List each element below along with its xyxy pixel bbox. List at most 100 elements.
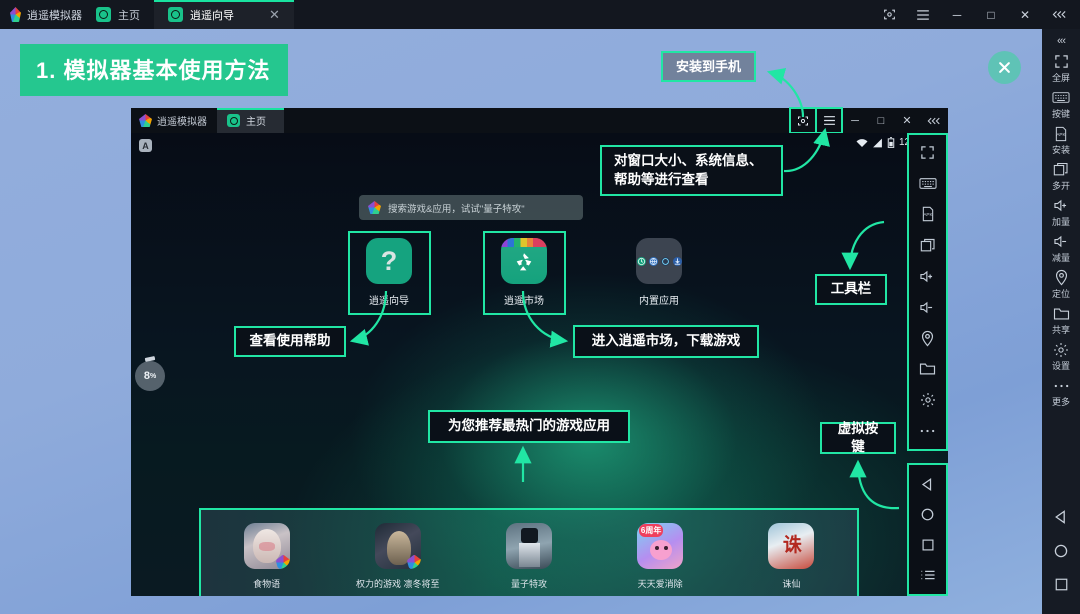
download-progress-badge[interactable]: 8%	[135, 361, 165, 391]
sidebar-item-location[interactable]: 定位	[1042, 266, 1080, 302]
market-icon	[501, 238, 547, 284]
game-name: 诛仙	[782, 578, 801, 589]
emulator-brand-label: 逍遥模拟器	[157, 117, 207, 128]
sidebar-item-volume-up[interactable]: 加量	[1042, 194, 1080, 230]
game-icon	[505, 522, 552, 569]
search-input[interactable]: 搜索游戏&应用，试试"量子特攻"	[359, 195, 583, 220]
callout-window-info-line2: 帮助等进行查看	[614, 171, 709, 187]
wifi-icon	[856, 138, 868, 147]
sidebar-collapse-button[interactable]: ‹‹‹	[1057, 31, 1066, 50]
game-item[interactable]: 诛 诛仙	[733, 522, 849, 590]
volume-down-icon	[1053, 233, 1070, 250]
callout-enter-market: 进入逍遥市场，下载游戏	[573, 325, 759, 358]
collapse-sidebar-button[interactable]	[1042, 0, 1076, 29]
battery-icon	[887, 137, 895, 148]
close-button[interactable]: ✕	[1008, 0, 1042, 29]
emulator-toolbar: APK	[907, 133, 948, 451]
emulator-tab-home-label: 主页	[246, 117, 266, 128]
minimize-button[interactable]: ─	[940, 0, 974, 29]
close-lesson-button[interactable]	[988, 51, 1021, 84]
close-button[interactable]: ✕	[894, 108, 920, 133]
outer-tab-home-label: 主页	[118, 9, 140, 22]
close-icon[interactable]: ✕	[269, 8, 280, 21]
sidebar-label: 更多	[1051, 397, 1070, 407]
callout-recommended-games: 为您推荐最热门的游戏应用	[428, 410, 630, 443]
minimize-button[interactable]: ─	[842, 108, 868, 133]
sidebar-item-multi[interactable]: 多开	[1042, 158, 1080, 194]
fullscreen-icon[interactable]	[913, 141, 943, 163]
back-triangle-icon[interactable]	[913, 473, 943, 495]
outer-tab-guide[interactable]: 逍遥向导 ✕	[154, 0, 294, 29]
scan-to-phone-icon[interactable]	[872, 0, 906, 29]
game-item[interactable]: 权力的游戏 凛冬将至	[340, 522, 456, 590]
mini-icon-3	[660, 256, 670, 266]
volume-up-icon[interactable]	[913, 265, 943, 287]
callout-install-to-phone: 安装到手机	[661, 51, 756, 82]
help-question-icon: ?	[366, 238, 412, 284]
sidebar-back-button[interactable]	[1042, 502, 1080, 536]
app-dot-icon	[96, 7, 111, 22]
hamburger-menu-icon[interactable]	[906, 0, 940, 29]
sidebar-item-settings[interactable]: 设置	[1042, 338, 1080, 374]
maximize-button[interactable]: □	[974, 0, 1008, 29]
game-name: 天天爱消除	[637, 578, 683, 589]
location-icon[interactable]	[913, 327, 943, 349]
android-screen: A 12:28 8% 搜索游戏&应用，试试"量子特攻"	[131, 133, 948, 596]
mini-icon-4	[672, 256, 682, 266]
recents-square-icon[interactable]	[913, 534, 943, 556]
home-circle-icon[interactable]	[913, 503, 943, 525]
outer-tab-home[interactable]: 主页	[82, 0, 154, 29]
sidebar-home-button[interactable]	[1042, 536, 1080, 570]
sidebar-item-keys[interactable]: 按键	[1042, 86, 1080, 122]
app-icon-guide[interactable]: ? 逍遥向导	[349, 238, 429, 307]
sidebar-label: 多开	[1051, 181, 1070, 191]
volume-up-icon	[1053, 197, 1070, 214]
more-dots-icon[interactable]	[913, 420, 943, 442]
sidebar-item-more[interactable]: 更多	[1042, 374, 1080, 410]
app-icon-guide-label: 逍遥向导	[369, 296, 409, 307]
sidebar-label: 定位	[1051, 289, 1070, 299]
sidebar-item-share[interactable]: 共享	[1042, 302, 1080, 338]
emulator-titlebar: 逍遥模拟器 主页 ─ □ ✕	[131, 107, 948, 134]
sidebar-label: 减量	[1051, 253, 1070, 263]
sidebar-item-fullscreen[interactable]: 全屏	[1042, 50, 1080, 86]
game-item[interactable]: 食物语	[209, 522, 325, 590]
keyboard-icon	[1052, 89, 1070, 106]
hamburger-menu-icon[interactable]	[815, 107, 843, 134]
svg-text:APK: APK	[923, 212, 933, 217]
outer-window-titlebar: 逍遥模拟器 主页 逍遥向导 ✕ ─ □ ✕	[0, 0, 1080, 29]
sidebar-label: 按键	[1051, 109, 1070, 119]
accessibility-badge: A	[139, 139, 152, 152]
sidebar-item-install[interactable]: APK 安装	[1042, 122, 1080, 158]
callout-window-info-line1: 对窗口大小、系统信息、	[614, 153, 763, 169]
maximize-button[interactable]: □	[868, 108, 894, 133]
sidebar-label: 加量	[1051, 217, 1070, 227]
game-item[interactable]: 量子特攻	[471, 522, 587, 590]
sidebar-item-volume-down[interactable]: 减量	[1042, 230, 1080, 266]
collapse-sidebar-button[interactable]	[920, 108, 946, 133]
outer-window-controls: ─ □ ✕	[872, 0, 1080, 29]
multi-window-icon[interactable]	[913, 234, 943, 256]
sidebar-recents-button[interactable]	[1042, 570, 1080, 604]
more-dots-icon	[1053, 377, 1070, 394]
app-icon-market[interactable]: 逍遥市场	[484, 238, 564, 307]
apk-install-icon[interactable]: APK	[913, 203, 943, 225]
search-placeholder: 搜索游戏&应用，试试"量子特攻"	[388, 203, 525, 215]
emulator-tab-home[interactable]: 主页	[217, 108, 284, 133]
settings-gear-icon	[1053, 341, 1069, 358]
scan-to-phone-icon[interactable]	[789, 107, 817, 134]
keyboard-icon[interactable]	[913, 172, 943, 194]
callout-view-help: 查看使用帮助	[234, 326, 346, 357]
back-triangle-icon	[1053, 509, 1069, 530]
right-sidebar: ‹‹‹ 全屏 按键 APK 安装 多开 加量 减量 定位 共享 设置 更多	[1042, 29, 1080, 614]
folder-icon[interactable]	[913, 358, 943, 380]
svg-text:APK: APK	[1056, 132, 1066, 137]
game-item[interactable]: 6周年 天天爱消除	[602, 522, 718, 590]
settings-gear-icon[interactable]	[913, 389, 943, 411]
game-icon: 6周年	[637, 522, 684, 569]
app-dot-icon	[227, 114, 240, 127]
app-icon-builtin[interactable]: 内置应用	[619, 238, 699, 307]
list-icon[interactable]	[913, 564, 943, 586]
volume-down-icon[interactable]	[913, 296, 943, 318]
app-brand: 逍遥模拟器	[0, 7, 82, 23]
